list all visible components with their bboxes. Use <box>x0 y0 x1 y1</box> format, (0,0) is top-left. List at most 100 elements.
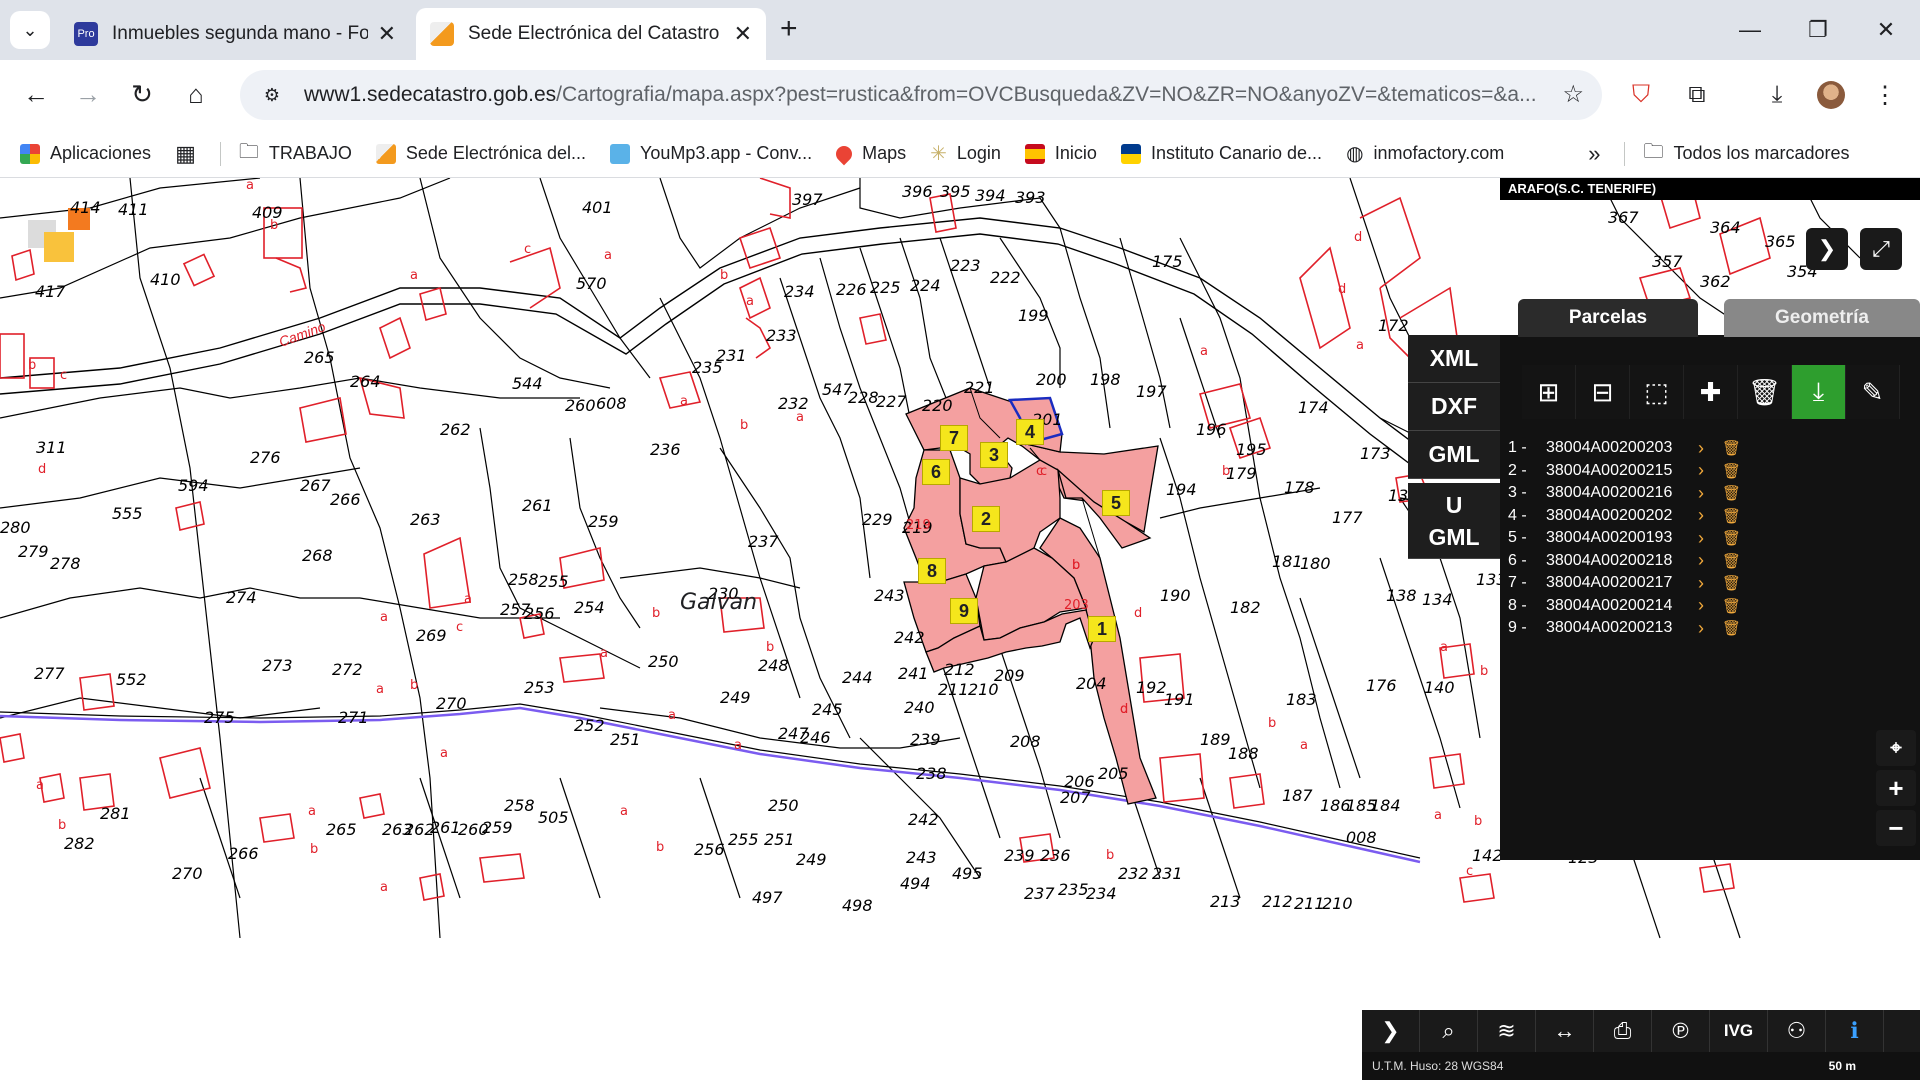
trash-icon[interactable]: 🗑 <box>1722 619 1741 637</box>
trash-icon[interactable]: 🗑 <box>1722 439 1741 457</box>
parcel-reference[interactable]: 38004A00200216 <box>1546 484 1698 502</box>
fullscreen-button[interactable]: ⤢ <box>1860 228 1902 270</box>
close-tab-icon[interactable]: ✕ <box>734 21 752 47</box>
share-icon[interactable]: ⚇ <box>1768 1010 1826 1052</box>
tab-catastro[interactable]: Sede Electrónica del Catastro - ✕ <box>416 8 766 60</box>
back-button[interactable]: ← <box>18 76 54 112</box>
parcel-list-item[interactable]: 5 - 38004A00200193 › 🗑 <box>1508 527 1741 550</box>
parcel-reference[interactable]: 38004A00200217 <box>1546 574 1698 592</box>
parcel-list-item[interactable]: 7 - 38004A00200217 › 🗑 <box>1508 572 1741 595</box>
export-gml-button[interactable]: GML <box>1408 431 1500 479</box>
parcel-reference[interactable]: 38004A00200213 <box>1546 619 1698 637</box>
parcel-reference[interactable]: 38004A00200218 <box>1546 552 1698 570</box>
locate-button[interactable]: ⌖ <box>1876 730 1916 766</box>
bookmark-yoump3[interactable]: YouMp3.app - Conv... <box>609 143 812 164</box>
parcel-reference[interactable]: 38004A00200203 <box>1546 439 1698 457</box>
chevron-right-icon[interactable]: › <box>1698 573 1722 594</box>
close-tab-icon[interactable]: ✕ <box>378 21 396 47</box>
parcel-list-item[interactable]: 2 - 38004A00200215 › 🗑 <box>1508 460 1741 483</box>
chevron-right-icon[interactable]: › <box>1698 618 1722 639</box>
address-bar[interactable]: ⚙ www1.sedecatastro.gob.es/Cartografia/m… <box>240 70 1602 120</box>
info-icon[interactable]: ℹ <box>1826 1010 1884 1052</box>
selected-parcel-marker[interactable]: 2 <box>972 506 1000 532</box>
more-bookmarks-button[interactable]: » <box>1588 141 1600 167</box>
zoom-in-button[interactable]: + <box>1876 770 1916 806</box>
restore-button[interactable]: ❐ <box>1784 0 1852 60</box>
parcel-list-item[interactable]: 6 - 38004A00200218 › 🗑 <box>1508 550 1741 573</box>
selected-parcel-marker[interactable]: 3 <box>980 442 1008 468</box>
chevron-right-icon[interactable]: › <box>1698 483 1722 504</box>
add-parcel-icon[interactable]: ⊞ <box>1522 365 1576 419</box>
forward-button[interactable]: → <box>70 76 106 112</box>
reload-button[interactable]: ↻ <box>124 76 160 112</box>
selected-parcel-marker[interactable]: 9 <box>950 598 978 624</box>
extension-shield-icon[interactable]: ⛉ <box>1624 78 1658 112</box>
tab-groups-button[interactable]: ▦ <box>175 141 196 167</box>
parcel-list-item[interactable]: 1 - 38004A00200203 › 🗑 <box>1508 437 1741 460</box>
zoom-out-button[interactable]: − <box>1876 810 1916 846</box>
tab-search-button[interactable]: ⌄ <box>10 11 50 49</box>
chevron-right-icon[interactable]: › <box>1698 550 1722 571</box>
reference-icon[interactable]: ℗ <box>1652 1010 1710 1052</box>
remove-parcel-icon[interactable]: ⊟ <box>1576 365 1630 419</box>
trash-icon[interactable]: 🗑 <box>1722 529 1741 547</box>
trash-icon[interactable]: 🗑 <box>1722 597 1741 615</box>
collapse-panel-button[interactable]: ❯ <box>1806 228 1848 270</box>
trash-icon[interactable]: 🗑 <box>1722 462 1741 480</box>
bookmark-apps[interactable]: Aplicaciones <box>20 143 151 164</box>
trash-icon[interactable]: 🗑 <box>1722 507 1741 525</box>
profile-avatar[interactable] <box>1814 78 1848 112</box>
selected-parcel-marker[interactable]: 7 <box>940 425 968 451</box>
export-dxf-button[interactable]: DXF <box>1408 383 1500 431</box>
extensions-puzzle-icon[interactable]: ⧉ <box>1680 78 1714 112</box>
selected-parcel-marker[interactable]: 5 <box>1102 490 1130 516</box>
url-text[interactable]: www1.sedecatastro.gob.es/Cartografia/map… <box>304 83 1544 107</box>
parcel-list-item[interactable]: 4 - 38004A00200202 › 🗑 <box>1508 505 1741 528</box>
download-icon[interactable]: ⤓ <box>1792 365 1846 419</box>
chevron-right-icon[interactable]: › <box>1698 595 1722 616</box>
ivg-button[interactable]: IVG <box>1710 1010 1768 1052</box>
delete-all-icon[interactable]: 🗑 <box>1738 365 1792 419</box>
parcel-list-item[interactable]: 9 - 38004A00200213 › 🗑 <box>1508 617 1741 640</box>
site-info-icon[interactable]: ⚙ <box>254 77 290 113</box>
parcel-list-item[interactable]: 8 - 38004A00200214 › 🗑 <box>1508 595 1741 618</box>
cadastral-map[interactable]: 414 4 1 140 9 401 397 396 395394 393 37 237 134 2 367 3… <box>0 178 1920 1080</box>
bookmark-star-icon[interactable]: ☆ <box>1562 80 1584 109</box>
expand-toolbar-icon[interactable]: ❯ <box>1362 1010 1420 1052</box>
select-area-icon[interactable]: ⬚ <box>1630 365 1684 419</box>
parcel-reference[interactable]: 38004A00200215 <box>1546 462 1698 480</box>
parcel-reference[interactable]: 38004A00200214 <box>1546 597 1698 615</box>
print-icon[interactable]: ⎙ <box>1594 1010 1652 1052</box>
parcel-list-item[interactable]: 3 - 38004A00200216 › 🗑 <box>1508 482 1741 505</box>
bookmark-sede[interactable]: Sede Electrónica del... <box>375 143 586 164</box>
download-icon[interactable]: ⤓ <box>1760 78 1794 112</box>
tab-geometria[interactable]: Geometría <box>1724 299 1920 337</box>
home-button[interactable]: ⌂ <box>178 76 214 112</box>
trash-icon[interactable]: 🗑 <box>1722 484 1741 502</box>
export-xml-button[interactable]: XML <box>1408 335 1500 383</box>
selected-parcel-marker[interactable]: 6 <box>922 459 950 485</box>
measure-icon[interactable]: ↔ <box>1536 1010 1594 1052</box>
chevron-right-icon[interactable]: › <box>1698 528 1722 549</box>
export-ugml-button[interactable]: U GML <box>1408 483 1500 559</box>
minimize-button[interactable]: — <box>1716 0 1784 60</box>
bookmark-instituto[interactable]: Instituto Canario de... <box>1120 143 1322 164</box>
tab-parcelas[interactable]: Parcelas <box>1518 299 1698 337</box>
trash-icon[interactable]: 🗑 <box>1722 552 1741 570</box>
layers-icon[interactable]: ≋ <box>1478 1010 1536 1052</box>
new-tab-button[interactable]: + <box>780 14 798 44</box>
all-bookmarks-folder[interactable]: 🗀 Todos los marcadores <box>1643 137 1849 171</box>
tab-inmuebles[interactable]: Pro Inmuebles segunda mano - Fot ✕ <box>60 8 410 60</box>
selected-parcel-marker[interactable]: 8 <box>918 558 946 584</box>
edit-icon[interactable]: ✎ <box>1846 365 1900 419</box>
trash-icon[interactable]: 🗑 <box>1722 574 1741 592</box>
add-point-icon[interactable]: ✚ <box>1684 365 1738 419</box>
bookmark-trabajo[interactable]: 🗀 TRABAJO <box>239 137 352 171</box>
parcel-reference[interactable]: 38004A00200202 <box>1546 507 1698 525</box>
bookmark-inmofactory[interactable]: ◍ inmofactory.com <box>1346 141 1504 166</box>
search-icon[interactable]: ⌕ <box>1420 1010 1478 1052</box>
bookmark-maps[interactable]: Maps <box>832 142 906 165</box>
bookmark-login[interactable]: ✳ Login <box>930 141 1001 166</box>
menu-kebab-icon[interactable]: ⋮ <box>1868 78 1902 112</box>
chevron-right-icon[interactable]: › <box>1698 460 1722 481</box>
